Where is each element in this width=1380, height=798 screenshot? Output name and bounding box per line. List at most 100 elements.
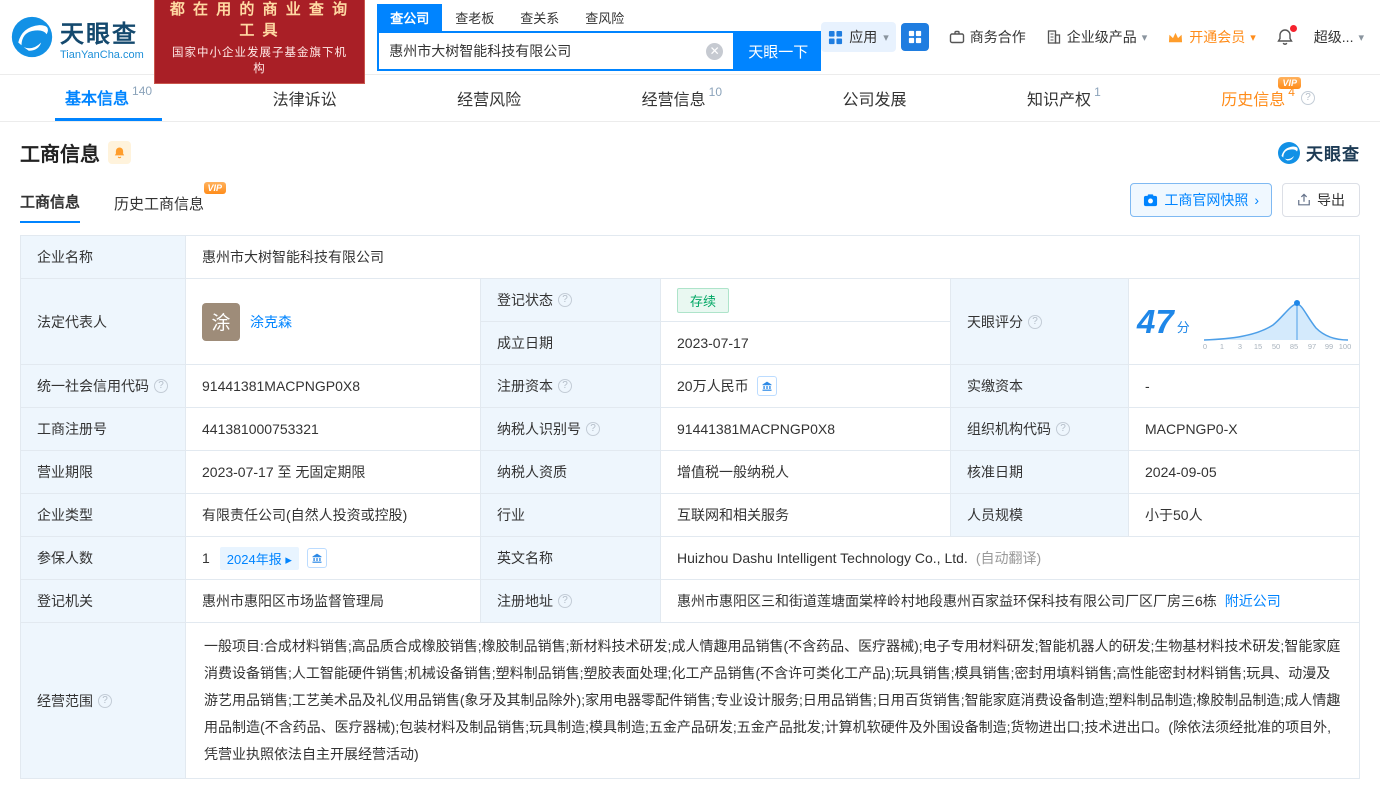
- insured-count-label: 参保人数: [21, 537, 186, 579]
- export-button[interactable]: 导出: [1282, 183, 1360, 217]
- company-type-value: 有限责任公司(自然人投资或控股): [186, 494, 481, 536]
- search-row: ✕ 天眼一下: [377, 31, 822, 71]
- nav-label: 知识产权: [1027, 92, 1092, 109]
- capital-change-icon[interactable]: [756, 376, 777, 396]
- nav-count: 140: [132, 83, 153, 98]
- help-icon[interactable]: ?: [558, 594, 572, 608]
- enterprise-products-menu[interactable]: 企业级产品 ▾: [1046, 27, 1147, 47]
- english-name-label: 英文名称: [481, 537, 661, 579]
- search-tab-risk[interactable]: 查风险: [572, 4, 637, 31]
- enterprise-products-label: 企业级产品: [1066, 29, 1137, 45]
- reg-capital-value: 20万人民币: [661, 365, 951, 407]
- tab-history-business-info[interactable]: VIP 历史工商信息: [114, 182, 227, 223]
- taxpayer-quality-label: 纳税人资质: [481, 451, 661, 493]
- nav-operating-info[interactable]: 经营信息 10: [632, 75, 732, 121]
- search-button[interactable]: 天眼一下: [735, 31, 822, 71]
- building-icon: [1047, 30, 1060, 44]
- help-icon[interactable]: ?: [558, 293, 572, 307]
- table-row: 经营范围 ? 一般项目:合成材料销售;高品质合成橡胶销售;橡胶制品销售;新材料技…: [21, 623, 1359, 778]
- official-snapshot-button[interactable]: 工商官网快照 ›: [1130, 183, 1272, 217]
- business-info-table: 企业名称 惠州市大树智能科技有限公司 法定代表人 涂 涂克森 登记状态 ? 存续: [20, 235, 1360, 779]
- nav-legal-litigation[interactable]: 法律诉讼: [263, 75, 347, 121]
- nav-label: 历史信息: [1221, 92, 1286, 109]
- notification-bell[interactable]: [1276, 25, 1297, 46]
- brand-domain: TianYanCha.com: [60, 48, 144, 61]
- business-coop-label: 商务合作: [969, 29, 1026, 45]
- credit-code-value: 91441381MACPNGP0X8: [186, 365, 481, 407]
- tianyancha-logo-icon: [1278, 141, 1300, 164]
- search-tab-company[interactable]: 查公司: [377, 4, 443, 31]
- credit-code-label: 统一社会信用代码 ?: [21, 365, 186, 407]
- nav-basic-info[interactable]: 基本信息 140: [55, 75, 163, 121]
- establish-date-value: 2023-07-17: [677, 335, 749, 351]
- nav-intellectual-property[interactable]: 知识产权 1: [1017, 75, 1111, 121]
- table-row: 工商注册号 441381000753321 纳税人识别号 ? 91441381M…: [21, 408, 1359, 451]
- subtab-row: 工商信息 VIP 历史工商信息 工商官网快照 › 导出: [0, 167, 1380, 223]
- help-icon[interactable]: ?: [1028, 314, 1042, 329]
- table-row: 营业期限 2023-07-17 至 无固定期限 纳税人资质 增值税一般纳税人 核…: [21, 451, 1359, 494]
- tyc-score-label: 天眼评分 ?: [951, 279, 1129, 364]
- super-vip-menu[interactable]: 超级... ▾: [1314, 27, 1364, 47]
- business-coop-menu[interactable]: 商务合作: [949, 27, 1026, 47]
- score-distribution-chart: 0 1 3 15 50 85 97 99 100: [1203, 299, 1351, 351]
- tianyancha-logo-icon: [11, 16, 53, 58]
- svg-text:1: 1: [1220, 342, 1224, 351]
- nav-operating-risk[interactable]: 经营风险: [447, 75, 531, 121]
- apps-label: 应用: [849, 29, 878, 45]
- insured-change-icon[interactable]: [306, 548, 327, 568]
- org-code-value: MACPNGP0-X: [1145, 421, 1238, 437]
- company-name-value: 惠州市大树智能科技有限公司: [202, 249, 384, 265]
- approve-date-label: 核准日期: [951, 451, 1129, 493]
- svg-text:3: 3: [1238, 342, 1242, 351]
- nav-count: 10: [708, 85, 722, 99]
- reg-address-value: 惠州市惠阳区三和街道莲塘面棠梓岭村地段惠州百家益环保科技有限公司厂区厂房三6栋 …: [677, 591, 1281, 611]
- reg-capital-label: 注册资本 ?: [481, 365, 661, 407]
- open-vip-menu[interactable]: 开通会员 ▾: [1167, 27, 1256, 47]
- nav-count: 4: [1288, 85, 1295, 99]
- company-type-label: 企业类型: [21, 494, 186, 536]
- annual-report-tag[interactable]: 2024年报 ▸: [219, 546, 299, 570]
- svg-text:50: 50: [1272, 342, 1280, 351]
- nav-label: 经营信息: [641, 92, 706, 109]
- table-subrow: 成立日期 2023-07-17: [481, 322, 950, 364]
- reg-no-value: 441381000753321: [186, 408, 481, 450]
- search-block: 查公司 查老板 查关系 查风险 ✕ 天眼一下: [377, 4, 822, 71]
- nav-history-info[interactable]: VIP 历史信息 4 ?: [1211, 75, 1325, 121]
- help-icon[interactable]: ?: [558, 379, 572, 393]
- paid-capital-value: -: [1145, 378, 1150, 394]
- snapshot-icon: [1144, 193, 1158, 206]
- nearby-companies-link[interactable]: 附近公司: [1225, 591, 1281, 611]
- help-icon[interactable]: ?: [586, 422, 600, 436]
- search-input[interactable]: [389, 43, 707, 59]
- legal-rep-link[interactable]: 涂克森: [250, 312, 292, 332]
- help-icon[interactable]: ?: [1056, 422, 1070, 436]
- help-icon[interactable]: ?: [154, 379, 168, 393]
- export-icon: [1298, 193, 1310, 206]
- help-icon[interactable]: ?: [1300, 91, 1315, 105]
- crown-icon: [1169, 32, 1183, 42]
- apps-solid-button[interactable]: [900, 23, 929, 51]
- search-tab-boss[interactable]: 查老板: [442, 4, 507, 31]
- search-tab-relation[interactable]: 查关系: [507, 4, 572, 31]
- table-row: 登记机关 惠州市惠阳区市场监督管理局 注册地址 ? 惠州市惠阳区三和街道莲塘面棠…: [21, 580, 1359, 623]
- biz-term-label: 营业期限: [21, 451, 186, 493]
- nav-company-development[interactable]: 公司发展: [833, 75, 917, 121]
- chevron-down-icon: ▾: [1250, 31, 1256, 44]
- apps-chip[interactable]: 应用 ▾: [821, 22, 896, 52]
- subscribe-bell-button[interactable]: [108, 141, 131, 164]
- clear-icon[interactable]: ✕: [706, 42, 724, 60]
- svg-text:99: 99: [1325, 342, 1333, 351]
- tianyancha-logo[interactable]: 天眼查 TianYanCha.com: [10, 14, 144, 61]
- tyc-score-value: 47 分 0 1 3 15 50 85 97 99 100: [1129, 279, 1359, 364]
- paid-capital-label: 实缴资本: [951, 365, 1129, 407]
- super-vip-label: 超级...: [1313, 29, 1354, 45]
- reg-address-label: 注册地址 ?: [481, 580, 661, 622]
- table-subrow: 登记状态 ? 存续: [481, 279, 950, 322]
- nav-label: 经营风险: [457, 92, 522, 109]
- tab-business-info[interactable]: 工商信息: [20, 191, 81, 223]
- legal-rep-avatar[interactable]: 涂: [202, 302, 240, 341]
- help-icon[interactable]: ?: [98, 693, 112, 708]
- reg-authority-label: 登记机关: [21, 580, 186, 622]
- establish-date-label: 成立日期: [481, 322, 661, 364]
- apps-menu[interactable]: 应用 ▾: [821, 22, 929, 52]
